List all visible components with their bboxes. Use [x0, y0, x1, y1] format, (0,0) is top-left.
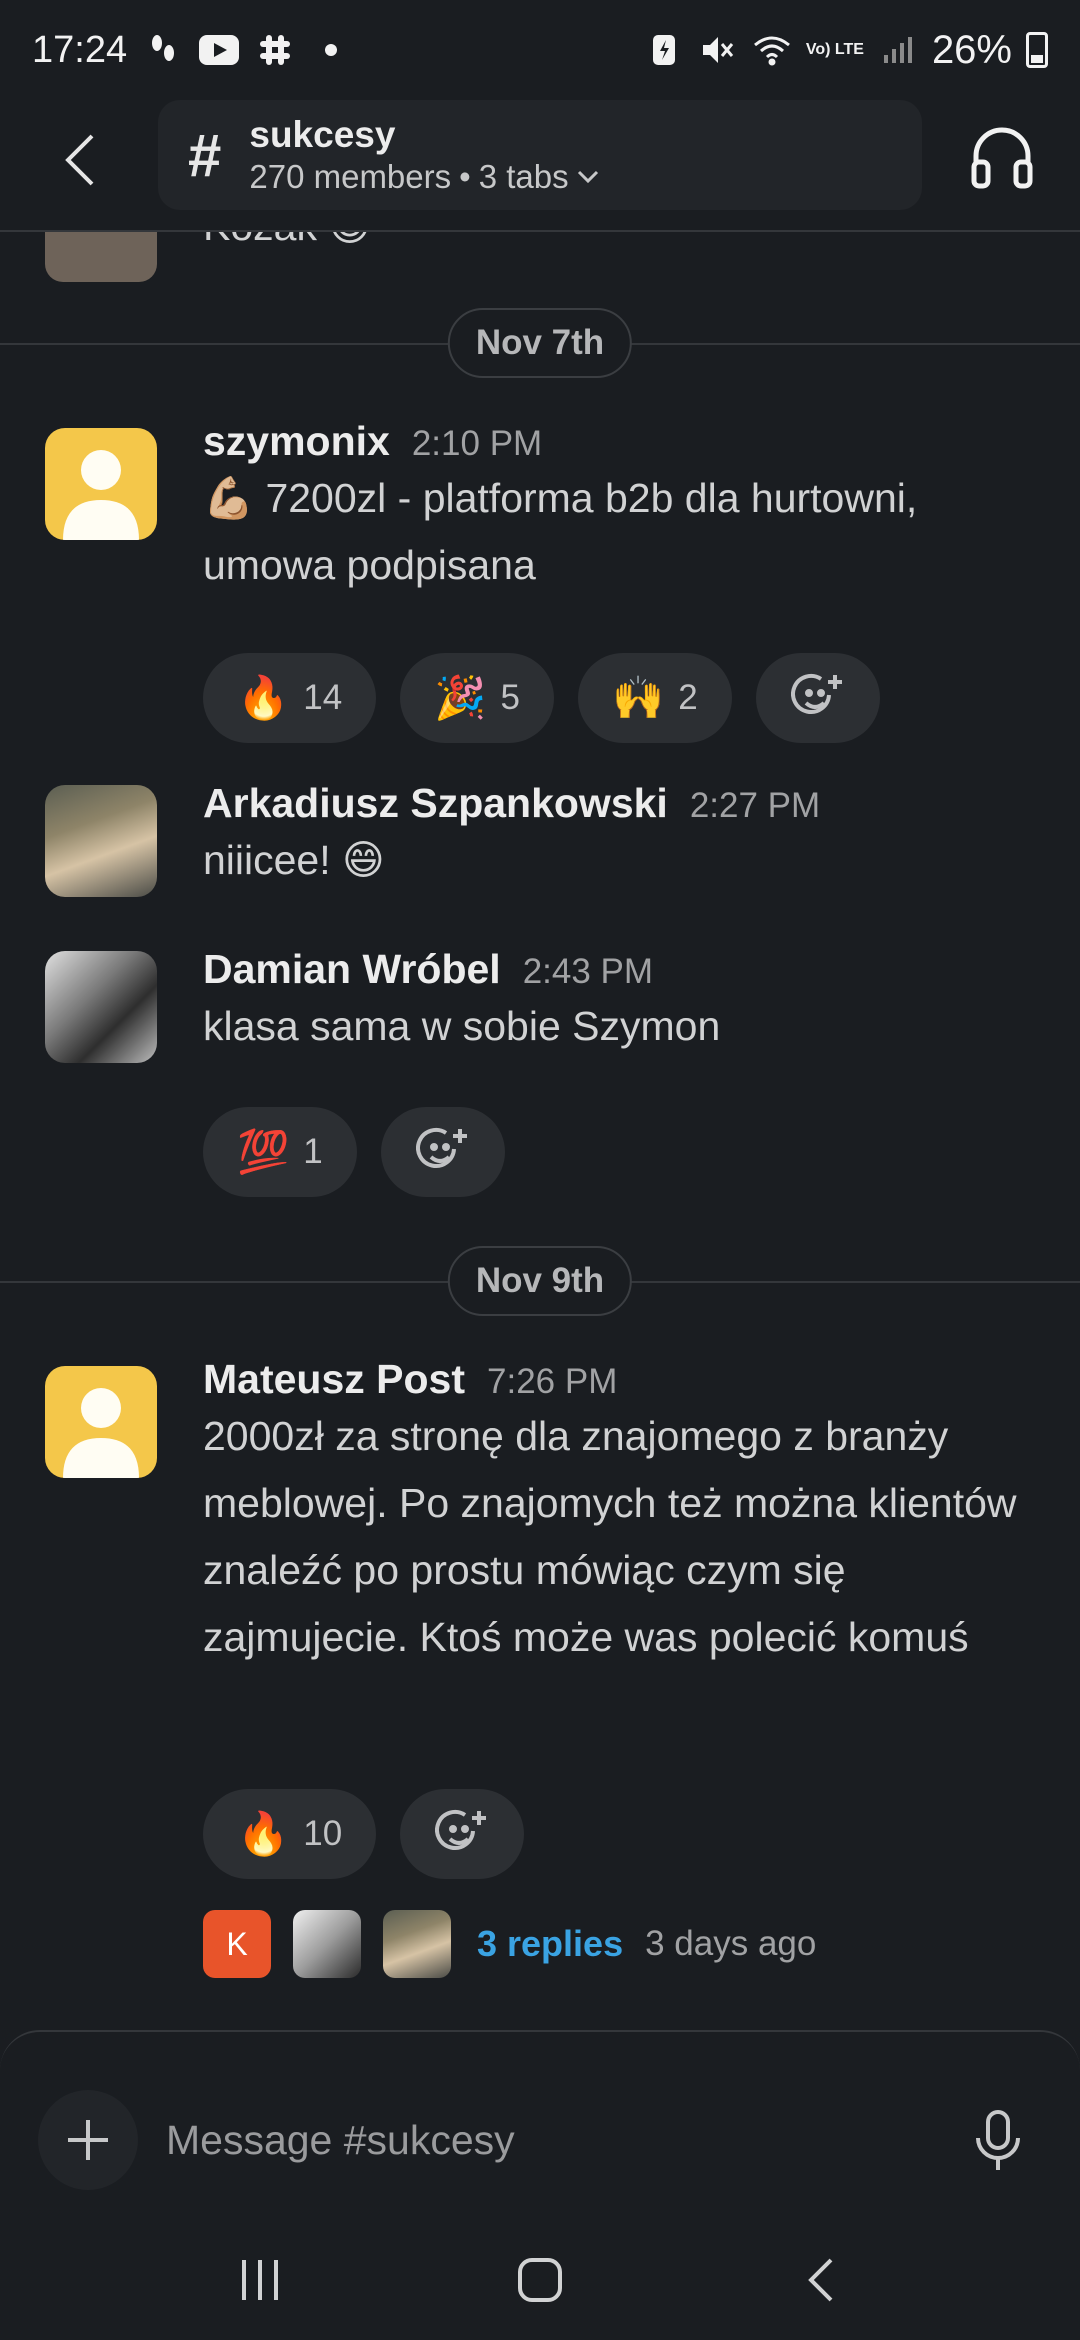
message-text: niiicee! 😄 — [203, 837, 385, 883]
tada-emoji: 🎉 — [434, 673, 487, 721]
message: szymonix 2:10 PM 💪🏼 7200zl - platforma b… — [203, 418, 1053, 599]
avatar-default[interactable] — [45, 1366, 157, 1478]
youtube-icon — [199, 30, 240, 70]
message-text: klasa sama w sobie Szymon — [203, 1003, 721, 1049]
add-emoji-icon — [415, 1127, 467, 1168]
reaction-tada[interactable]: 🎉 5 — [400, 653, 554, 743]
slack-icon — [255, 30, 295, 70]
battery-icon — [1026, 32, 1048, 68]
voice-message-button[interactable] — [970, 2110, 1026, 2172]
message-list[interactable]: Kozak 😊 Nov 7th szymonix 2:10 PM 💪🏼 7200… — [0, 232, 1080, 2032]
huddle-button[interactable] — [970, 122, 1034, 192]
fire-emoji: 🔥 — [237, 673, 290, 721]
add-reaction-button[interactable] — [380, 1107, 505, 1197]
avatar-photo[interactable] — [45, 785, 157, 897]
mute-icon — [698, 30, 738, 70]
thread-avatar — [293, 1910, 361, 1978]
message: Arkadiusz Szpankowski 2:27 PM niiicee! 😄 — [203, 780, 1053, 894]
add-emoji-icon — [790, 673, 842, 714]
recents-button[interactable] — [215, 2235, 305, 2325]
separator-dot: • — [459, 158, 471, 195]
avatar-photo[interactable] — [45, 951, 157, 1063]
message-author[interactable]: Damian Wróbel — [203, 946, 501, 993]
volte-label: Vo) LTE — [805, 41, 864, 58]
message-time: 2:27 PM — [689, 786, 821, 825]
message: Mateusz Post 7:26 PM 2000zł za stronę dl… — [203, 1356, 1053, 1671]
message-text: 💪🏼 7200zl - platforma b2b dla hurtowni, … — [203, 475, 918, 588]
reaction-hundred[interactable]: 💯 1 — [203, 1107, 357, 1197]
signal-icon — [878, 30, 918, 70]
default-avatar-icon — [63, 1388, 139, 1478]
hash-icon: # — [188, 121, 222, 189]
plus-icon — [68, 2120, 108, 2160]
reaction-count: 14 — [303, 678, 343, 717]
wifi-icon — [752, 30, 792, 70]
message-text: 2000zł za stronę dla znajomego z branży … — [203, 1413, 1017, 1660]
member-count: 270 members — [249, 158, 452, 195]
recents-icon — [242, 2260, 278, 2300]
home-icon — [518, 2258, 562, 2302]
reaction-fire[interactable]: 🔥 14 — [203, 653, 377, 743]
last-reply-time: 3 days ago — [645, 1924, 817, 1963]
chevron-left-icon — [65, 134, 94, 186]
thread-avatar: K — [203, 1910, 271, 1978]
replies-link[interactable]: 3 replies — [477, 1923, 623, 1965]
system-nav-bar — [0, 2220, 1080, 2340]
message-time: 2:10 PM — [411, 424, 543, 463]
add-reaction-button[interactable] — [755, 653, 880, 743]
attach-button[interactable] — [38, 2090, 138, 2190]
channel-info-button[interactable]: # sukcesy 270 members • 3 tabs — [158, 100, 922, 210]
channel-header: # sukcesy 270 members • 3 tabs — [0, 100, 1080, 232]
message-author[interactable]: szymonix — [203, 418, 390, 465]
headphones-icon — [971, 127, 1033, 189]
add-emoji-icon — [435, 1809, 487, 1850]
message-text: Kozak 😊 — [203, 232, 371, 250]
raised-hands-emoji: 🙌 — [612, 673, 665, 721]
reactions-row: 🔥 14 🎉 5 🙌 2 — [203, 653, 880, 743]
battery-saver-icon — [644, 30, 684, 70]
message-time: 2:43 PM — [522, 952, 654, 991]
steps-icon — [143, 30, 183, 70]
message-author[interactable]: Mateusz Post — [203, 1356, 465, 1403]
microphone-icon — [976, 2110, 1020, 2170]
reaction-raised-hands[interactable]: 🙌 2 — [578, 653, 732, 743]
fire-emoji: 🔥 — [237, 1809, 290, 1857]
default-avatar-icon — [63, 450, 139, 540]
date-divider[interactable]: Nov 7th — [447, 308, 633, 378]
reaction-count: 5 — [500, 678, 520, 717]
thread-summary[interactable]: K 3 replies 3 days ago — [203, 1910, 816, 1978]
tabs-count: 3 tabs — [478, 158, 569, 195]
status-bar: 17:24 Vo) LTE 26% — [0, 0, 1080, 100]
battery-percent: 26% — [931, 27, 1012, 72]
reaction-count: 2 — [678, 678, 698, 717]
add-reaction-button[interactable] — [400, 1789, 525, 1879]
reaction-fire[interactable]: 🔥 10 — [203, 1789, 377, 1879]
thread-avatar — [383, 1910, 451, 1978]
chevron-down-icon — [577, 170, 598, 184]
date-divider[interactable]: Nov 9th — [447, 1246, 633, 1316]
channel-name: sukcesy — [249, 114, 396, 155]
back-icon — [808, 2258, 833, 2302]
nav-back-button[interactable] — [775, 2235, 865, 2325]
message-composer — [0, 2030, 1080, 2220]
home-button[interactable] — [495, 2235, 585, 2325]
clock: 17:24 — [32, 28, 128, 71]
message-author[interactable]: Arkadiusz Szpankowski — [203, 780, 668, 827]
avatar-default[interactable] — [45, 428, 157, 540]
hundred-emoji: 💯 — [237, 1127, 290, 1175]
avatar[interactable] — [45, 232, 157, 282]
message: Damian Wróbel 2:43 PM klasa sama w sobie… — [203, 946, 1053, 1060]
reactions-row: 🔥 10 — [203, 1789, 525, 1879]
reactions-row: 💯 1 — [203, 1107, 505, 1197]
reaction-count: 1 — [303, 1132, 323, 1171]
notification-dot-icon — [311, 30, 351, 70]
message-time: 7:26 PM — [487, 1362, 618, 1401]
message-input[interactable] — [166, 2092, 946, 2188]
reaction-count: 10 — [303, 1814, 343, 1853]
back-button[interactable] — [50, 120, 110, 200]
